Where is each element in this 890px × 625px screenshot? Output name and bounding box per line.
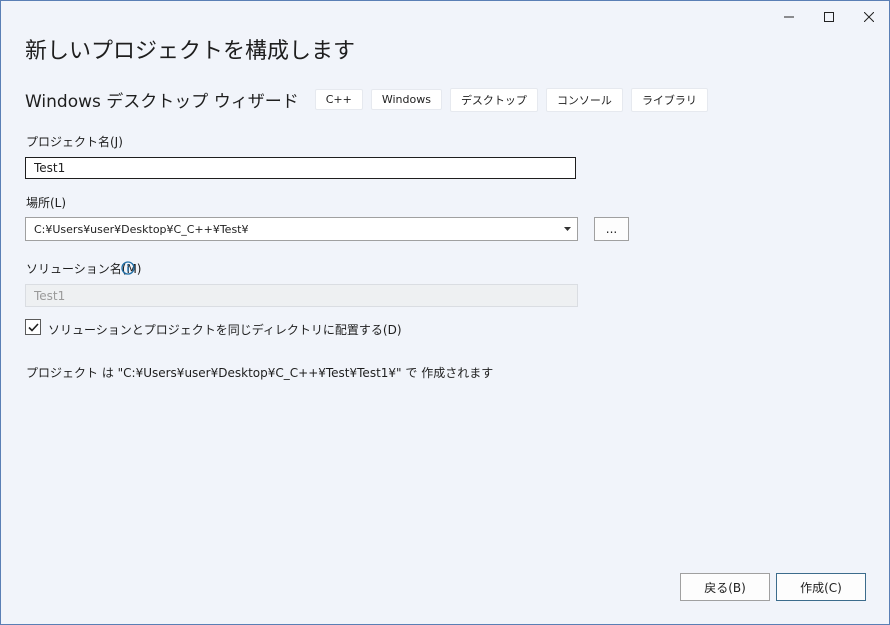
back-button[interactable]: 戻る(B) [680,573,770,601]
info-icon[interactable] [121,260,135,279]
tag-desktop: デスクトップ [449,87,538,112]
project-name-input[interactable] [25,157,576,179]
checkmark-icon [27,322,39,332]
location-label: 場所(L) [26,196,67,210]
location-combobox[interactable]: C:¥Users¥user¥Desktop¥C_C++¥Test¥ [25,217,578,241]
browse-button[interactable]: ... [594,217,629,241]
create-button[interactable]: 作成(C) [776,573,866,601]
close-button[interactable] [849,1,889,33]
same-directory-checkbox[interactable] [25,319,41,335]
tag-cpp: C++ [314,89,363,110]
titlebar-controls [769,1,889,33]
template-name: Windows デスクトップ ウィザード [25,92,299,112]
minimize-icon [784,16,794,18]
template-row: Windows デスクトップ ウィザード C++ Windows デスクトップ … [25,87,716,112]
configure-project-window: 新しいプロジェクトを構成します Windows デスクトップ ウィザード C++… [0,0,890,625]
close-icon [864,12,874,22]
maximize-icon [824,12,834,22]
project-name-label: プロジェクト名(J) [26,135,123,149]
minimize-button[interactable] [769,1,809,33]
tag-library: ライブラリ [630,87,708,112]
maximize-button[interactable] [809,1,849,33]
same-directory-label[interactable]: ソリューションとプロジェクトを同じディレクトリに配置する(D) [48,321,402,338]
page-title: 新しいプロジェクトを構成します [25,39,356,64]
dropdown-arrow-icon[interactable] [557,227,577,231]
tag-console: コンソール [545,87,623,112]
solution-name-input[interactable] [25,284,578,307]
location-value: C:¥Users¥user¥Desktop¥C_C++¥Test¥ [34,222,249,236]
project-path-summary: プロジェクト は "C:¥Users¥user¥Desktop¥C_C++¥Te… [26,366,494,380]
tag-windows: Windows [370,89,442,110]
